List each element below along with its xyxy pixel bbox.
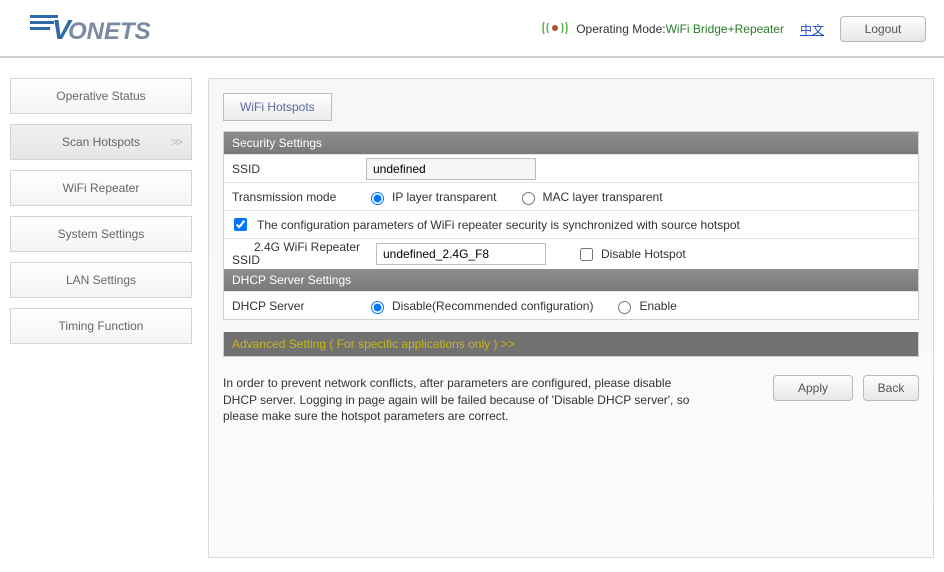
trans-ip-option[interactable]: IP layer transparent <box>366 189 497 205</box>
sidebar-item-lan-settings[interactable]: LAN Settings <box>10 262 192 298</box>
security-settings-section: Security Settings SSID Transmission mode… <box>223 131 919 320</box>
transmission-mode-label: Transmission mode <box>228 190 366 204</box>
sidebar: Operative Status Scan Hotspots >> WiFi R… <box>10 78 192 558</box>
operating-mode: Operating Mode:WiFi Bridge+Repeater <box>576 22 784 36</box>
sidebar-item-label: LAN Settings <box>66 273 136 287</box>
language-link[interactable]: 中文 <box>800 21 824 38</box>
disable-hotspot-option[interactable]: Disable Hotspot <box>576 245 686 264</box>
sidebar-item-label: Scan Hotspots <box>62 135 140 149</box>
disable-hotspot-label: Disable Hotspot <box>601 247 686 261</box>
dhcp-warning-note: In order to prevent network conflicts, a… <box>223 375 693 424</box>
dhcp-enable-label: Enable <box>639 299 676 313</box>
transmission-mode-row: Transmission mode IP layer transparent M… <box>224 182 918 210</box>
dhcp-server-row: DHCP Server Disable(Recommended configur… <box>224 291 918 319</box>
sidebar-item-system-settings[interactable]: System Settings <box>10 216 192 252</box>
sidebar-item-timing-function[interactable]: Timing Function <box>10 308 192 344</box>
header: V ONETS Operating Mode:WiFi Bridge+Repea… <box>0 0 944 58</box>
sync-config-checkbox[interactable] <box>234 218 247 231</box>
repeater-ssid-row: 2.4G WiFi Repeater SSID Disable Hotspot <box>224 238 918 269</box>
trans-mac-radio[interactable] <box>522 192 535 205</box>
dhcp-disable-label: Disable(Recommended configuration) <box>392 299 593 313</box>
ssid-label: SSID <box>228 162 366 176</box>
advanced-setting-link[interactable]: Advanced Setting ( For specific applicat… <box>223 332 919 357</box>
trans-mac-label: MAC layer transparent <box>543 190 663 204</box>
repeater-ssid-label: 2.4G WiFi Repeater SSID <box>228 241 366 267</box>
sync-config-row: The configuration parameters of WiFi rep… <box>224 210 918 238</box>
sidebar-item-label: WiFi Repeater <box>63 181 140 195</box>
apply-button[interactable]: Apply <box>773 375 853 401</box>
trans-ip-radio[interactable] <box>371 192 384 205</box>
back-button[interactable]: Back <box>863 375 919 401</box>
operating-mode-label: Operating Mode: <box>576 22 665 36</box>
dhcp-disable-option[interactable]: Disable(Recommended configuration) <box>366 298 593 314</box>
sidebar-item-label: Timing Function <box>59 319 144 333</box>
chevron-right-icon: >> <box>171 135 181 149</box>
sync-config-label: The configuration parameters of WiFi rep… <box>257 218 740 232</box>
dhcp-enable-option[interactable]: Enable <box>613 298 676 314</box>
sidebar-item-operative-status[interactable]: Operative Status <box>10 78 192 114</box>
security-settings-header: Security Settings <box>224 132 918 154</box>
logout-button[interactable]: Logout <box>840 16 926 42</box>
dhcp-enable-radio[interactable] <box>618 301 631 314</box>
content-panel: WiFi Hotspots Security Settings SSID Tra… <box>208 78 934 558</box>
sidebar-item-label: Operative Status <box>56 89 145 103</box>
repeater-ssid-input[interactable] <box>376 243 546 265</box>
dhcp-server-label: DHCP Server <box>228 299 366 313</box>
trans-mac-option[interactable]: MAC layer transparent <box>517 189 663 205</box>
dhcp-disable-radio[interactable] <box>371 301 384 314</box>
sidebar-item-wifi-repeater[interactable]: WiFi Repeater <box>10 170 192 206</box>
dhcp-settings-header: DHCP Server Settings <box>224 269 918 291</box>
logo: V ONETS <box>30 9 190 49</box>
repeater-ssid-line1: 2.4G WiFi Repeater <box>254 241 360 254</box>
signal-icon <box>540 20 570 39</box>
ssid-input[interactable] <box>366 158 536 180</box>
sidebar-item-label: System Settings <box>58 227 145 241</box>
disable-hotspot-checkbox[interactable] <box>580 248 593 261</box>
trans-ip-label: IP layer transparent <box>392 190 497 204</box>
operating-mode-value: WiFi Bridge+Repeater <box>666 22 784 36</box>
sidebar-item-scan-hotspots[interactable]: Scan Hotspots >> <box>10 124 192 160</box>
ssid-row: SSID <box>224 154 918 182</box>
tab-row: WiFi Hotspots <box>223 93 919 121</box>
svg-text:ONETS: ONETS <box>68 18 151 45</box>
tab-wifi-hotspots[interactable]: WiFi Hotspots <box>223 93 332 121</box>
repeater-ssid-line2: SSID <box>232 254 260 267</box>
